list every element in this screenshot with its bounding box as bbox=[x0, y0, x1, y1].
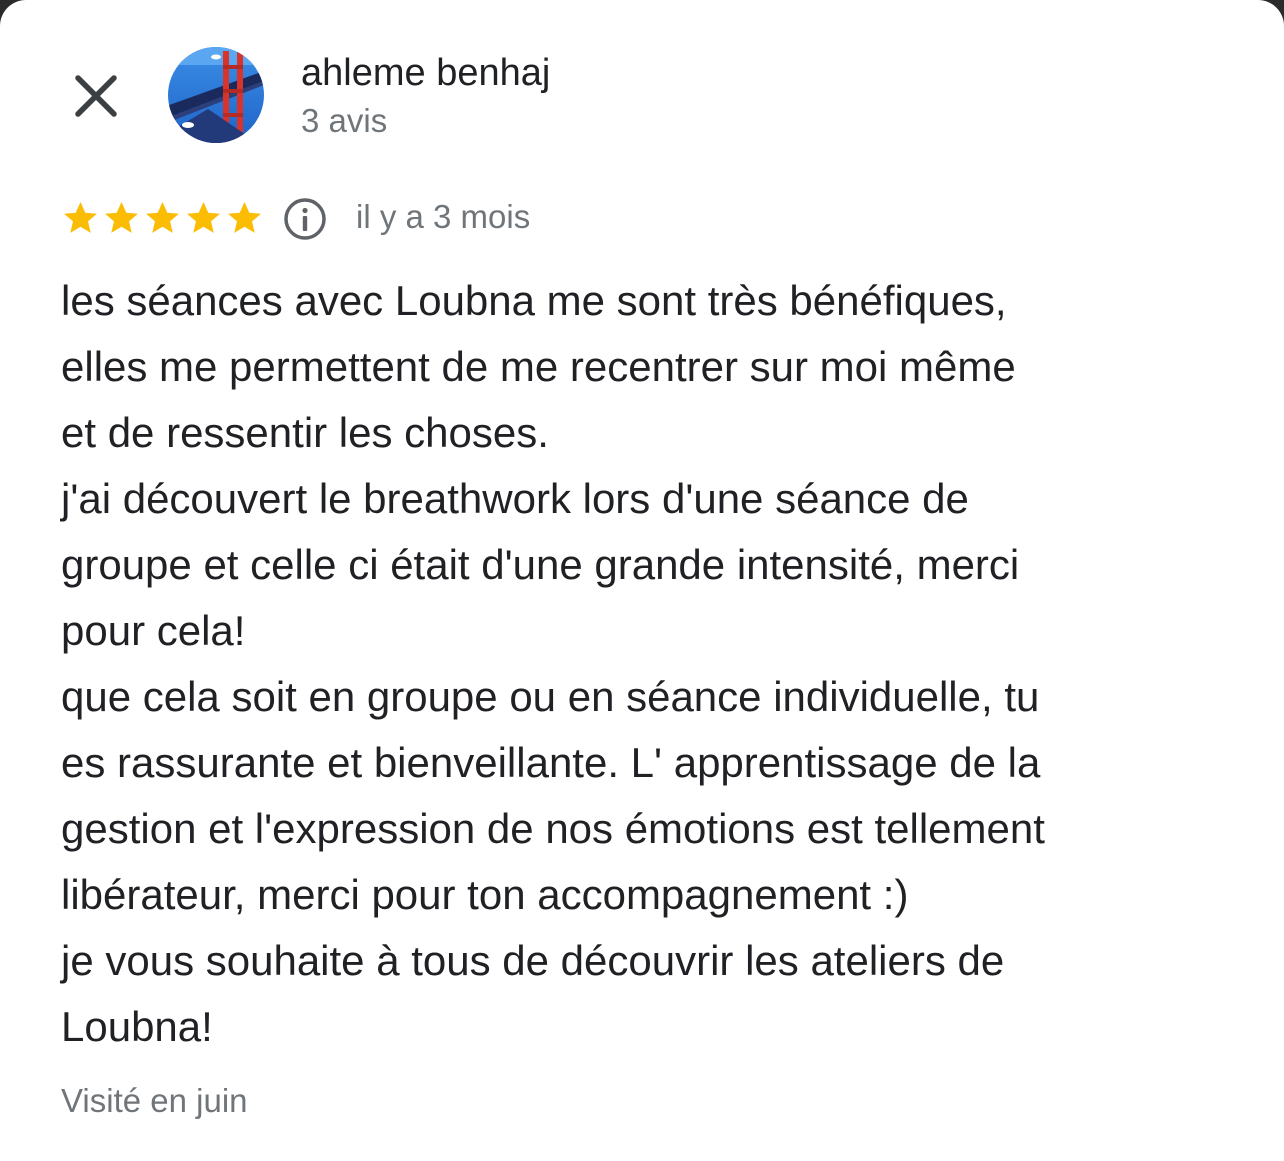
review-time: il y a 3 mois bbox=[356, 198, 531, 235]
review-text-line: elles me permettent de me recentrer sur … bbox=[61, 343, 1016, 390]
close-icon bbox=[75, 75, 117, 117]
star-icon bbox=[228, 201, 261, 233]
close-button[interactable] bbox=[66, 66, 126, 126]
review-text-line: pour cela! bbox=[61, 607, 246, 654]
avatar-image bbox=[168, 47, 264, 143]
info-button[interactable] bbox=[282, 196, 328, 242]
review-text-line: j'ai découvert le breathwork lors d'une … bbox=[61, 475, 969, 522]
review-text-line: es rassurante et bienveillante. L' appre… bbox=[61, 739, 1041, 786]
star-icon bbox=[187, 201, 220, 233]
info-icon bbox=[284, 198, 326, 240]
review-text: les séances avec Loubna me sont très bén… bbox=[61, 268, 1251, 1060]
review-text-line: libérateur, merci pour ton accompagnemen… bbox=[61, 871, 909, 918]
star-icon bbox=[64, 201, 97, 233]
visit-date: Visité en juin bbox=[61, 1082, 248, 1119]
reviewer-review-count[interactable]: 3 avis bbox=[301, 102, 387, 140]
review-text-line: les séances avec Loubna me sont très bén… bbox=[61, 277, 1007, 324]
review-text-line: et de ressentir les choses. bbox=[61, 409, 549, 456]
review-text-line: Loubna! bbox=[61, 1003, 213, 1050]
reviewer-name[interactable]: ahleme benhaj bbox=[301, 52, 550, 95]
star-rating bbox=[60, 195, 265, 241]
review-text-line: je vous souhaite à tous de découvrir les… bbox=[61, 937, 1005, 984]
star-icon bbox=[105, 201, 138, 233]
avatar[interactable] bbox=[168, 47, 264, 143]
review-text-line: groupe et celle ci était d'une grande in… bbox=[61, 541, 1020, 588]
review-text-line: gestion et l'expression de nos émotions … bbox=[61, 805, 1045, 852]
star-icon bbox=[146, 201, 179, 233]
review-text-line: que cela soit en groupe ou en séance ind… bbox=[61, 673, 1040, 720]
review-card: ahleme benhaj 3 avis il y a 3 mois les s… bbox=[0, 0, 1284, 1161]
